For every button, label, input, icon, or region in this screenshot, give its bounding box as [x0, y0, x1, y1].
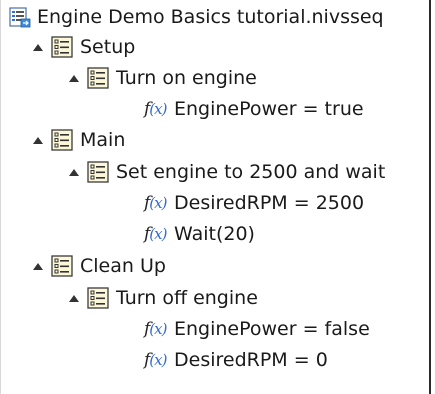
tree-group-label: Setup [80, 36, 136, 58]
sequence-tree-view: Engine Demo Basics tutorial.nivsseq Setu… [0, 0, 431, 394]
tree-expression-item[interactable]: f(x) EnginePower = true [144, 94, 364, 124]
function-expression-icon: f(x) [144, 224, 167, 244]
tree-step-item[interactable]: Set engine to 2500 and wait [63, 157, 385, 187]
collapse-triangle-icon[interactable] [27, 125, 49, 155]
tree-expression-item[interactable]: f(x) DesiredRPM = 0 [144, 345, 328, 375]
tree-step-label: Set engine to 2500 and wait [116, 161, 386, 183]
function-expression-icon: f(x) [144, 99, 167, 119]
tree-root-item[interactable]: Engine Demo Basics tutorial.nivsseq [7, 2, 384, 32]
collapse-triangle-icon[interactable] [27, 251, 49, 281]
tree-expression-label: DesiredRPM = 0 [174, 349, 328, 371]
function-expression-icon: f(x) [144, 319, 167, 339]
tree-expression-label: Wait(20) [174, 223, 255, 245]
tree-group-clean-up[interactable]: Clean Up [27, 251, 166, 281]
tree-group-label: Clean Up [80, 255, 166, 277]
tree-group-setup[interactable]: Setup [27, 32, 135, 62]
tree-expression-item[interactable]: f(x) DesiredRPM = 2500 [144, 188, 364, 218]
sequence-icon [49, 127, 75, 153]
tree-expression-label: DesiredRPM = 2500 [174, 192, 365, 214]
function-expression-icon: f(x) [144, 350, 167, 370]
tree-expression-item[interactable]: f(x) EnginePower = false [144, 314, 370, 344]
tree-group-main[interactable]: Main [27, 125, 125, 155]
tree-expression-item[interactable]: f(x) Wait(20) [144, 219, 255, 249]
sequence-icon [49, 34, 75, 60]
sequence-icon [85, 285, 111, 311]
tree-step-label: Turn on engine [116, 67, 257, 89]
collapse-triangle-icon[interactable] [27, 32, 49, 62]
sequence-icon [49, 253, 75, 279]
collapse-triangle-icon[interactable] [63, 157, 85, 187]
collapse-triangle-icon[interactable] [63, 63, 85, 93]
tree-root-label: Engine Demo Basics tutorial.nivsseq [37, 6, 384, 28]
tree-expression-label: EnginePower = true [174, 98, 364, 120]
tree-group-label: Main [80, 129, 126, 151]
tree-step-label: Turn off engine [116, 287, 258, 309]
function-expression-icon: f(x) [144, 193, 167, 213]
tree-expression-label: EnginePower = false [174, 318, 370, 340]
sequence-icon [85, 159, 111, 185]
sequence-icon [85, 65, 111, 91]
sequence-file-icon [7, 4, 33, 30]
collapse-triangle-icon[interactable] [63, 283, 85, 313]
tree-step-item[interactable]: Turn off engine [63, 283, 258, 313]
tree-step-item[interactable]: Turn on engine [63, 63, 257, 93]
